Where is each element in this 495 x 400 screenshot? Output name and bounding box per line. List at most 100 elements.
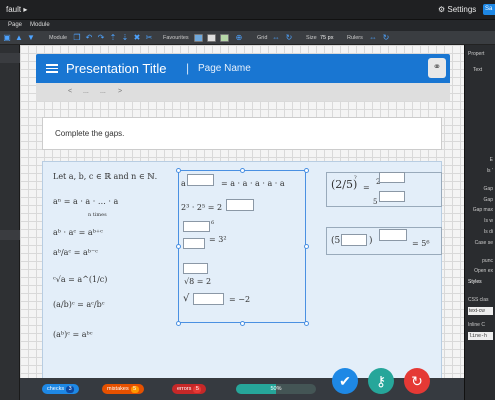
rule-root: ᶜ√a = a^(1/c): [53, 275, 108, 284]
page-header: Presentation Title | Page Name ⚭: [36, 54, 450, 83]
module-label: Module: [49, 35, 68, 41]
top-bar: fault ▸ ⚙ Settings Sa: [0, 0, 495, 20]
styles-header[interactable]: Styles: [468, 279, 493, 285]
grid-toggle-icon[interactable]: ⇔: [272, 34, 280, 42]
settings-button[interactable]: ⚙ Settings: [438, 5, 476, 14]
gap-input-5[interactable]: [183, 263, 208, 274]
errors-badge[interactable]: errors 5: [172, 384, 207, 394]
middle-exp-6: 6: [211, 220, 215, 226]
resize-handle-bl[interactable]: [176, 321, 181, 326]
inline-css-label: Inline C: [468, 322, 485, 328]
right-paren-close: ): [369, 236, 373, 246]
prop-row-10: Open ex: [474, 268, 493, 274]
presentation-title: Presentation Title: [66, 61, 167, 76]
gap-input-3[interactable]: [183, 221, 210, 232]
page-navigation: < ... ... >: [36, 83, 450, 101]
nav-next-button[interactable]: >: [118, 88, 122, 95]
redo-icon[interactable]: ↷: [97, 34, 105, 42]
copy-icon[interactable]: ❐: [73, 34, 81, 42]
arrow-up-icon[interactable]: ▲: [15, 34, 23, 42]
project-title[interactable]: fault ▸: [6, 5, 27, 14]
prop-row-6: Is w: [484, 218, 493, 224]
resize-handle-ml[interactable]: [176, 244, 181, 249]
share-icon[interactable]: ⚭: [428, 58, 446, 78]
status-bar: checks 3 mistakes 5 errors 5 50%: [20, 378, 464, 400]
checks-badge[interactable]: checks 3: [42, 384, 80, 394]
show-answers-button[interactable]: ⚷: [368, 368, 394, 394]
gap-input-2[interactable]: [226, 199, 254, 211]
favourites-label: Favourites: [163, 35, 189, 41]
gap-input-8[interactable]: [379, 191, 405, 202]
gap-input-6[interactable]: [193, 293, 224, 305]
middle-eq-2: 2³ · 2⁵ = 2: [181, 203, 223, 212]
editor-canvas[interactable]: Presentation Title | Page Name ⚭ < ... .…: [20, 45, 464, 400]
gap-input-9[interactable]: [341, 234, 367, 246]
arrow-down-icon[interactable]: ▼: [27, 34, 35, 42]
left-panel: [0, 45, 20, 400]
right-paren-open: (5: [331, 236, 341, 246]
menu-module[interactable]: Module: [30, 22, 50, 28]
prop-row-9: punc: [482, 258, 493, 264]
properties-tab-text[interactable]: Text: [473, 67, 493, 73]
prop-row-3: Gap: [483, 186, 493, 192]
progress-label: 50%: [270, 386, 282, 392]
reset-button[interactable]: ↻: [404, 368, 430, 394]
move-up-icon[interactable]: ⇡: [109, 34, 117, 42]
middle-eq-6: = −2: [229, 295, 251, 304]
file-icon[interactable]: ▣: [3, 34, 11, 42]
math-panel: Let a, b, c ∈ ℝ and n ∈ ℕ. aⁿ = a · a · …: [42, 161, 442, 380]
delete-icon[interactable]: ✖: [133, 34, 141, 42]
save-button[interactable]: Sa: [483, 4, 495, 15]
left-panel-section[interactable]: [0, 230, 20, 240]
favourite-image-icon[interactable]: [194, 34, 203, 42]
middle-eq-4: = 3²: [209, 235, 227, 244]
move-down-icon[interactable]: ⇣: [121, 34, 129, 42]
cut-icon[interactable]: ✂: [145, 34, 153, 42]
rule-fraction-power: (a/b)ᶜ = aᶜ/bᶜ: [53, 300, 105, 309]
undo-icon[interactable]: ↶: [85, 34, 93, 42]
instruction-box: Complete the gaps.: [42, 117, 442, 150]
right-eq-2: = 5⁶: [412, 239, 430, 248]
right-exp-q: ?: [354, 175, 357, 181]
favourites-add-icon[interactable]: ⊕: [235, 34, 243, 42]
css-class-input[interactable]: text-cw: [468, 307, 493, 315]
prop-row-1: E: [489, 157, 493, 163]
prop-row-4: Gap: [483, 197, 493, 203]
grid-refresh-icon[interactable]: ↻: [285, 34, 293, 42]
nav-prev-button[interactable]: <: [68, 88, 72, 95]
check-answers-button[interactable]: ✔: [332, 368, 358, 394]
gap-input-4[interactable]: [183, 238, 205, 249]
favourite-module-icon[interactable]: [220, 34, 229, 42]
inline-css-input[interactable]: line-h: [468, 332, 493, 340]
nav-dots-1[interactable]: ...: [83, 88, 89, 95]
resize-handle-bm[interactable]: [240, 321, 245, 326]
resize-handle-tm[interactable]: [240, 168, 245, 173]
gap-input-1[interactable]: [187, 174, 214, 186]
favourite-text-icon[interactable]: [207, 34, 216, 42]
gap-input-7[interactable]: [379, 172, 405, 183]
left-panel-header[interactable]: [0, 53, 20, 63]
nav-dots-2[interactable]: ...: [100, 88, 106, 95]
mistakes-badge[interactable]: mistakes 5: [102, 384, 144, 394]
menu-page[interactable]: Page: [8, 22, 22, 28]
resize-handle-br[interactable]: [304, 321, 309, 326]
title-separator: |: [186, 61, 190, 75]
rulers-refresh-icon[interactable]: ↻: [382, 34, 390, 42]
resize-handle-mr[interactable]: [304, 244, 309, 249]
size-value[interactable]: 75 px: [320, 35, 333, 41]
hamburger-icon[interactable]: [46, 64, 58, 73]
prop-row-2: Is ‘: [486, 168, 493, 174]
css-class-label: CSS clas: [468, 297, 489, 303]
instruction-text: Complete the gaps.: [55, 129, 125, 138]
prop-row-7: Is di: [483, 229, 493, 235]
resize-handle-tl[interactable]: [176, 168, 181, 173]
rulers-toggle-icon[interactable]: ⇔: [369, 34, 377, 42]
rule-quotient: aᵇ/aᶜ = aᵇ⁻ᶜ: [53, 248, 98, 257]
right-eq: =: [363, 183, 370, 192]
page-name: Page Name: [198, 63, 251, 74]
resize-handle-tr[interactable]: [304, 168, 309, 173]
gap-input-10[interactable]: [379, 229, 407, 241]
right-den: 5: [373, 198, 378, 206]
prop-row-8: Case se: [474, 240, 493, 246]
progress-bar: 50%: [236, 384, 316, 394]
